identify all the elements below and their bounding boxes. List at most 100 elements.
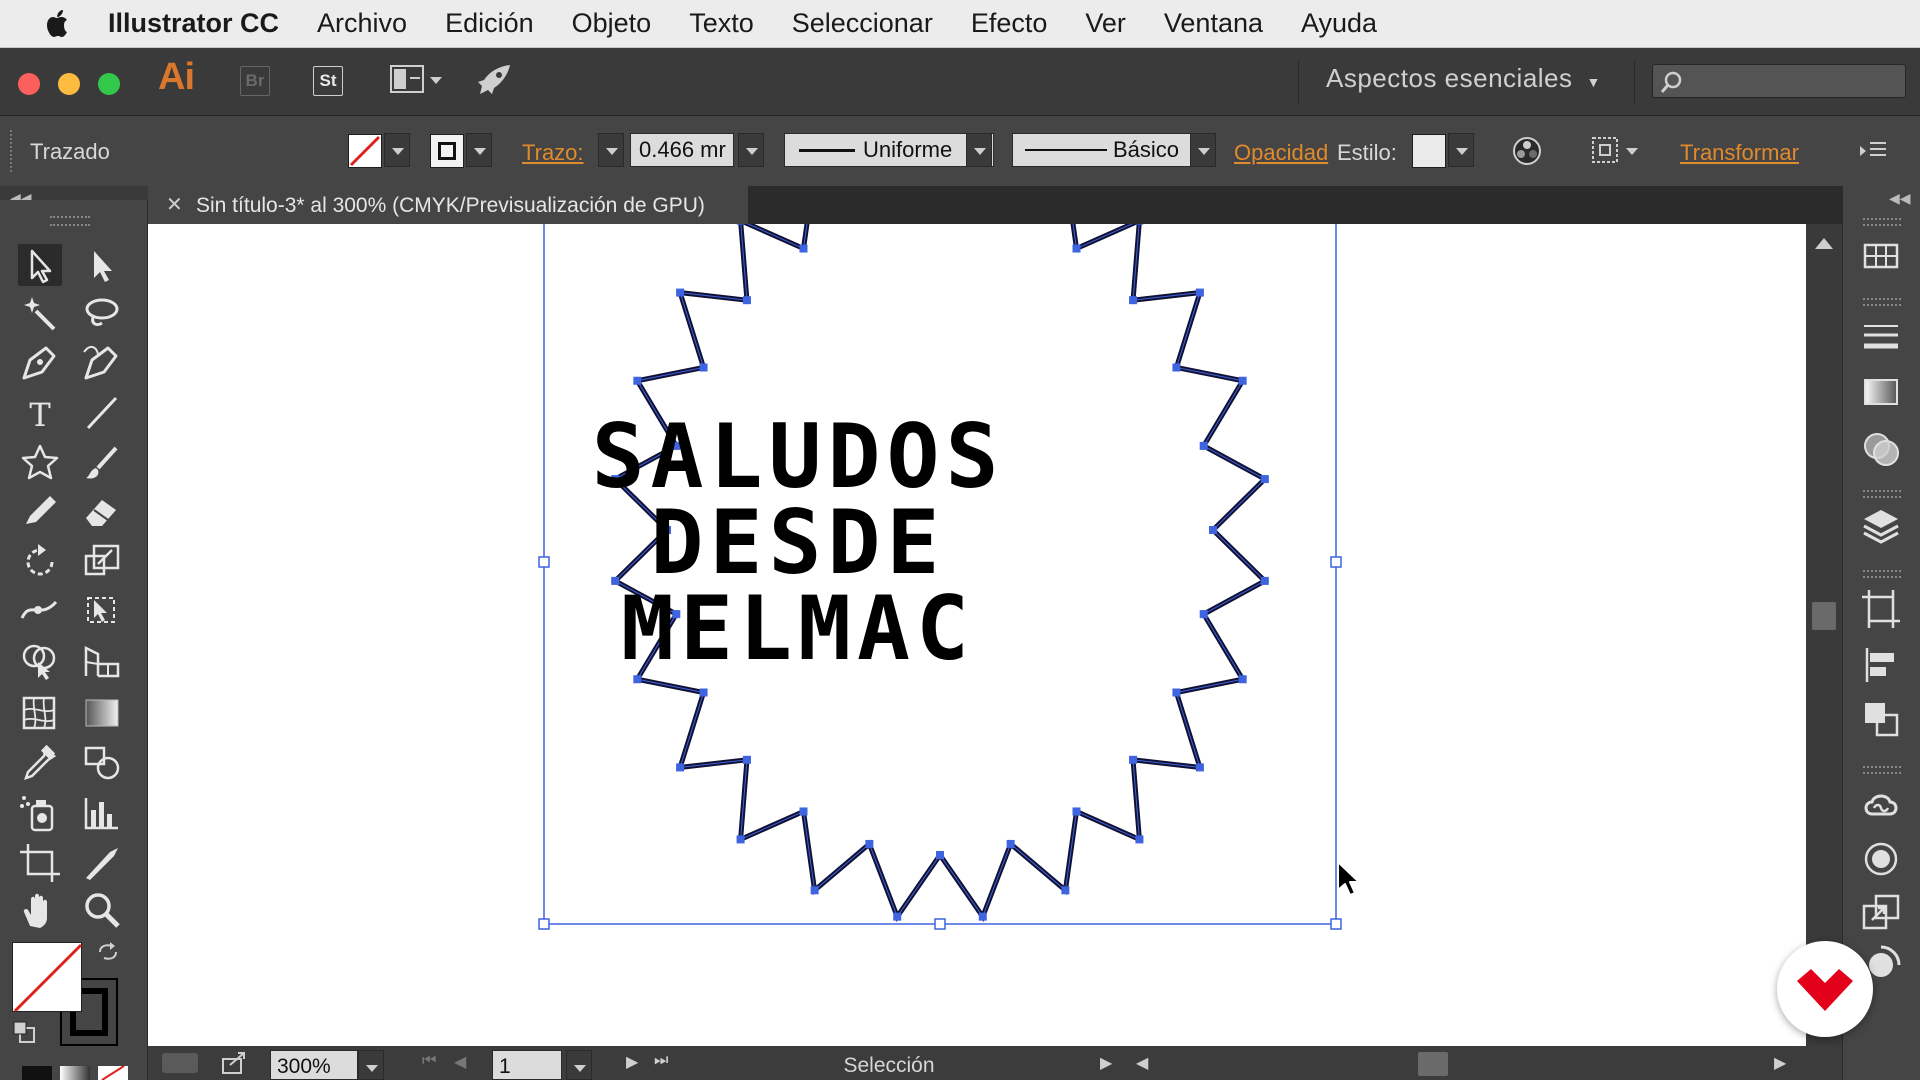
scroll-left-icon[interactable]: ◀ xyxy=(1136,1053,1148,1073)
direct-selection-tool-icon[interactable] xyxy=(80,244,124,286)
artwork-text[interactable]: SALUDOS DESDE MELMAC xyxy=(478,413,1118,673)
artboards-panel-icon[interactable] xyxy=(1858,586,1904,632)
app-name-menu[interactable]: Illustrator CC xyxy=(108,8,279,39)
vertical-scrollbar[interactable] xyxy=(1806,224,1842,1046)
anchor-point[interactable] xyxy=(736,835,745,844)
zoom-level-input[interactable]: 300% xyxy=(270,1050,358,1080)
anchor-point[interactable] xyxy=(742,296,751,305)
profile-dropdown[interactable] xyxy=(966,133,992,167)
fill-color-box[interactable] xyxy=(12,942,83,1013)
fill-swatch[interactable] xyxy=(348,134,382,168)
close-tab-icon[interactable]: ✕ xyxy=(166,192,183,217)
mesh-tool-icon[interactable] xyxy=(18,692,62,734)
pathfinder-panel-icon[interactable] xyxy=(1858,696,1904,742)
artboard-number-input[interactable]: 1 xyxy=(492,1050,562,1080)
recolor-artwork-icon[interactable] xyxy=(1512,136,1542,166)
blend-tool-icon[interactable] xyxy=(80,742,124,784)
bounding-box-handle[interactable] xyxy=(538,918,550,930)
anchor-point[interactable] xyxy=(1135,835,1144,844)
graphic-style-dropdown[interactable] xyxy=(1448,133,1474,167)
none-mode-icon[interactable] xyxy=(98,1066,128,1080)
search-input[interactable] xyxy=(1652,64,1906,98)
magic-wand-tool-icon[interactable] xyxy=(18,293,62,335)
anchor-point[interactable] xyxy=(978,912,987,921)
anchor-point[interactable] xyxy=(633,376,642,385)
anchor-point[interactable] xyxy=(1238,675,1247,684)
apple-icon[interactable] xyxy=(40,6,76,42)
artboard-canvas[interactable]: SALUDOS DESDE MELMAC xyxy=(148,224,1806,1046)
opacity-panel-link[interactable]: Opacidad xyxy=(1234,140,1328,166)
gpu-preview-icon[interactable] xyxy=(162,1053,198,1073)
gradient-panel-icon[interactable] xyxy=(1858,370,1904,416)
menu-archivo[interactable]: Archivo xyxy=(317,8,407,39)
close-window-button[interactable] xyxy=(18,73,40,95)
menu-ventana[interactable]: Ventana xyxy=(1164,8,1263,39)
zoom-level-dropdown[interactable] xyxy=(358,1050,384,1080)
appearance-panel-icon[interactable] xyxy=(1858,836,1904,882)
anchor-point[interactable] xyxy=(1172,688,1181,697)
stroke-panel-icon[interactable] xyxy=(1858,314,1904,360)
stroke-dropdown[interactable] xyxy=(466,133,492,167)
selection-tool-icon[interactable] xyxy=(18,244,62,286)
anchor-point[interactable] xyxy=(676,288,685,297)
type-tool-icon[interactable]: T xyxy=(18,392,62,434)
creative-cloud-libraries-icon[interactable] xyxy=(1858,782,1904,828)
workspace-switcher[interactable]: Aspectos esenciales ▼ xyxy=(1326,63,1601,94)
anchor-point[interactable] xyxy=(1195,288,1204,297)
anchor-point[interactable] xyxy=(810,886,819,895)
anchor-point[interactable] xyxy=(1006,839,1015,848)
artboard-number-dropdown[interactable] xyxy=(566,1050,592,1080)
brush-dropdown[interactable] xyxy=(1190,133,1216,167)
align-panel-icon[interactable] xyxy=(1858,642,1904,688)
transform-panel-link[interactable]: Transformar xyxy=(1680,140,1799,166)
anchor-point[interactable] xyxy=(799,244,808,253)
anchor-point[interactable] xyxy=(742,755,751,764)
control-panel-menu-icon[interactable] xyxy=(1858,138,1888,164)
scrollbar-thumb[interactable] xyxy=(1812,602,1836,630)
anchor-point[interactable] xyxy=(1195,763,1204,772)
column-graph-tool-icon[interactable] xyxy=(80,792,124,834)
anchor-point[interactable] xyxy=(1061,886,1070,895)
anchor-point[interactable] xyxy=(1072,244,1081,253)
layers-panel-icon[interactable] xyxy=(1858,504,1904,550)
horizontal-scrollbar-thumb[interactable] xyxy=(1418,1052,1448,1076)
pen-tool-icon[interactable] xyxy=(18,342,62,384)
menu-seleccionar[interactable]: Seleccionar xyxy=(792,8,933,39)
anchor-point[interactable] xyxy=(1260,475,1269,484)
free-transform-tool-icon[interactable] xyxy=(80,590,124,632)
anchor-point[interactable] xyxy=(699,688,708,697)
slice-tool-icon[interactable] xyxy=(80,842,124,884)
eyedropper-tool-icon[interactable] xyxy=(18,742,62,784)
expand-panels-icon[interactable]: ◀◀ xyxy=(1889,190,1911,207)
swatches-panel-icon[interactable] xyxy=(1858,234,1904,280)
paintbrush-tool-icon[interactable] xyxy=(80,442,124,484)
scroll-up-icon[interactable] xyxy=(1815,238,1833,249)
variable-width-profile[interactable]: Uniforme xyxy=(784,133,994,167)
rotate-tool-icon[interactable] xyxy=(18,540,62,582)
menu-efecto[interactable]: Efecto xyxy=(971,8,1048,39)
menu-objeto[interactable]: Objeto xyxy=(572,8,652,39)
anchor-point[interactable] xyxy=(799,807,808,816)
star-tool-icon[interactable] xyxy=(18,442,62,484)
zoom-window-button[interactable] xyxy=(98,73,120,95)
anchor-point[interactable] xyxy=(736,224,745,225)
lasso-tool-icon[interactable] xyxy=(80,293,124,335)
width-tool-icon[interactable] xyxy=(18,590,62,632)
stock-button[interactable]: St xyxy=(313,66,343,96)
gpu-performance-icon[interactable] xyxy=(474,62,514,98)
bridge-button[interactable]: Br xyxy=(240,66,270,96)
anchor-point[interactable] xyxy=(1172,363,1181,372)
anchor-point[interactable] xyxy=(1260,576,1269,585)
last-artboard-icon[interactable]: ⏭ xyxy=(654,1052,668,1070)
menu-texto[interactable]: Texto xyxy=(689,8,754,39)
horizontal-scrollbar[interactable] xyxy=(1160,1052,1920,1076)
anchor-point[interactable] xyxy=(1199,610,1208,619)
minimize-window-button[interactable] xyxy=(58,73,80,95)
status-menu-arrow-icon[interactable]: ▶ xyxy=(1100,1053,1112,1073)
anchor-point[interactable] xyxy=(1199,441,1208,450)
stroke-swatch[interactable] xyxy=(430,134,464,168)
stroke-panel-link[interactable]: Trazo: xyxy=(522,140,584,166)
anchor-point[interactable] xyxy=(1209,526,1217,534)
align-to-selection-icon[interactable] xyxy=(1590,134,1644,168)
brush-definition[interactable]: Básico xyxy=(1012,133,1212,167)
